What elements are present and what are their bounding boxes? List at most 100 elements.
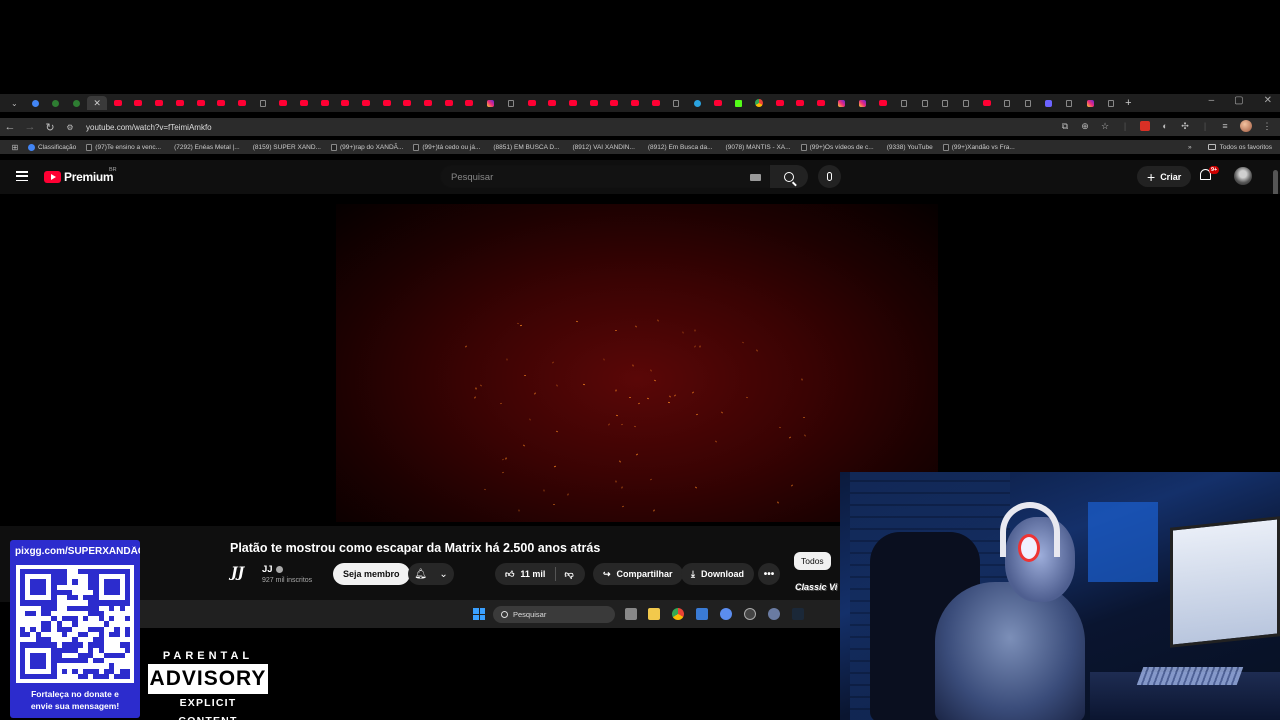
browser-tab[interactable] [418,96,439,110]
browser-tab[interactable] [1038,96,1059,110]
browser-tab[interactable] [563,96,584,110]
browser-tab[interactable] [480,96,501,110]
browser-tab[interactable] [728,96,749,110]
apps-icon[interactable]: ⊞ [8,143,22,152]
bookmark-item[interactable]: (8912) Em Busca da... [645,144,713,151]
menu-icon[interactable] [16,171,28,181]
browser-tab[interactable] [935,96,956,110]
youtube-logo[interactable]: Premium [44,170,114,184]
extension-icon[interactable] [1140,121,1150,131]
browser-tab[interactable] [956,96,977,110]
tab-search-button[interactable]: ⌄ [4,96,25,110]
windows-start-icon[interactable] [473,608,485,620]
media-icon[interactable]: ≡ [1220,121,1230,131]
browser-tab[interactable] [625,96,646,110]
bookmark-item[interactable]: (8851) EM BUSCA D... [490,144,559,151]
browser-tab[interactable] [294,96,315,110]
forward-icon[interactable]: → [20,121,40,133]
browser-tab[interactable] [707,96,728,110]
download-button[interactable]: ⤓ Download [681,563,754,585]
subscription-bell-button[interactable]: 🔔︎ ⌄ [408,563,454,585]
profile-avatar[interactable] [1240,120,1252,132]
zoom-icon[interactable]: ⊕ [1080,121,1090,131]
browser-tab[interactable] [645,96,666,110]
puzzle-icon[interactable]: ✣ [1180,121,1190,131]
browser-tab[interactable] [1018,96,1039,110]
install-icon[interactable]: ⧉ [1060,121,1070,131]
browser-tab[interactable] [521,96,542,110]
browser-tab[interactable] [438,96,459,110]
browser-tab[interactable] [894,96,915,110]
account-avatar[interactable] [1234,167,1252,185]
recommended-thumbnail-text[interactable]: Classic Vi [795,582,837,592]
photos-icon[interactable] [696,608,708,620]
filter-chip-all[interactable]: Todos [794,552,831,570]
browser-tab[interactable] [397,96,418,110]
tab-groq[interactable] [45,96,66,110]
back-icon[interactable]: ← [0,121,20,133]
browser-tab[interactable] [583,96,604,110]
taskbar-search[interactable]: Pesquisar [493,606,615,623]
browser-tab[interactable] [1100,96,1121,110]
address-bar[interactable]: youtube.com/watch?v=fTeimiAmkfo [86,123,212,132]
steam-icon[interactable] [792,608,804,620]
channel-name[interactable]: JJ [262,564,283,575]
bookmark-item[interactable]: (99+)Os vídeos de c... [800,143,874,151]
bookmark-item[interactable]: (97)Te ensino a venc... [86,143,161,151]
task-view-icon[interactable] [625,608,637,620]
browser-tab[interactable] [252,96,273,110]
browser-tab[interactable] [149,96,170,110]
file-explorer-icon[interactable] [648,608,660,620]
bookmark-item[interactable]: Classificação [28,143,76,151]
minimize-icon[interactable]: – [1209,95,1215,106]
chevron-right-icon[interactable]: » [1188,144,1192,151]
browser-tab[interactable] [170,96,191,110]
browser-tab[interactable] [501,96,522,110]
browser-tab[interactable] [997,96,1018,110]
browser-tab[interactable] [790,96,811,110]
tab-groq-2[interactable] [66,96,87,110]
browser-tab[interactable] [687,96,708,110]
browser-tab[interactable] [852,96,873,110]
browser-tab[interactable] [128,96,149,110]
browser-tab[interactable] [542,96,563,110]
browser-tab[interactable] [273,96,294,110]
menu-icon[interactable]: ⋮ [1262,121,1272,131]
browser-tab[interactable] [873,96,894,110]
dislike-button[interactable]: 👎︎ [556,569,581,580]
search-button[interactable] [770,165,808,188]
obs-icon[interactable] [744,608,756,620]
bookmark-item[interactable]: (9078) MANTIS - XA... [723,144,791,151]
all-bookmarks[interactable]: » Todos os favoritos [1188,144,1272,151]
browser-tab[interactable] [749,96,770,110]
more-actions-button[interactable]: ••• [758,563,780,585]
share-button[interactable]: ↪ Compartilhar [593,563,683,585]
tab-active[interactable]: ✕ [86,96,108,110]
settings-icon[interactable] [768,608,780,620]
browser-tab[interactable] [914,96,935,110]
bookmark-item[interactable]: (8159) SUPER XAND... [250,144,321,151]
tab-assistant[interactable] [25,96,46,110]
browser-tab[interactable] [356,96,377,110]
browser-tab[interactable] [1080,96,1101,110]
browser-tab[interactable] [1059,96,1080,110]
channel-logo[interactable]: JJ [231,563,253,583]
browser-tab[interactable] [376,96,397,110]
bookmark-item[interactable]: (99+)rap do XANDÃ... [330,143,403,151]
site-info-icon[interactable]: ⚙ [60,123,80,132]
create-button[interactable]: + Criar [1137,166,1192,187]
browser-tab[interactable] [666,96,687,110]
browser-tab[interactable] [832,96,853,110]
star-icon[interactable]: ☆ [1100,121,1110,131]
keyboard-icon[interactable] [750,174,761,181]
browser-tab[interactable] [976,96,997,110]
reload-icon[interactable]: ↻ [40,121,60,134]
bookmark-item[interactable]: (99+)tá cedo ou já... [413,143,480,151]
browser-tab[interactable] [232,96,253,110]
bookmark-item[interactable]: (8912) VAI XANDIN... [570,144,635,151]
extension-2-icon[interactable]: ◐ [1160,121,1170,131]
close-window-icon[interactable]: ✕ [1264,95,1272,106]
browser-tab[interactable] [604,96,625,110]
chrome-icon[interactable] [672,608,684,620]
browser-tab[interactable] [769,96,790,110]
